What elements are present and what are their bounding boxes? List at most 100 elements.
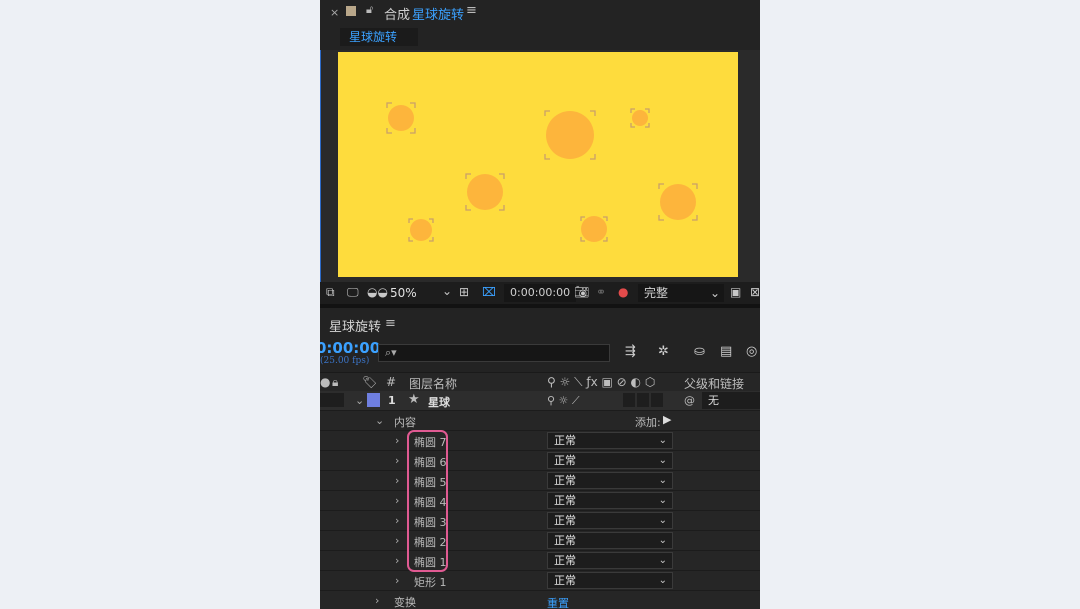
pickwhip-icon[interactable]: @ [684,394,695,407]
composition-viewer[interactable] [320,50,760,282]
ellipse-shape [388,105,414,131]
shape-name[interactable]: 矩形 1 [414,574,447,590]
close-icon[interactable]: × [330,6,339,19]
chevron-down-icon: ⌄ [658,495,667,506]
switches-icons: ⚲ ☼ ⟍ ƒx ▣ ⊘ ◐ ⬡ [547,375,656,389]
switch-box[interactable] [651,393,663,407]
shape-row[interactable]: › 椭圆 2 正常 ⌄ [320,531,760,551]
chevron-down-icon: ⌄ [658,435,667,446]
panel-color-icon [346,6,356,16]
ellipse-shape [467,174,503,210]
switch-box[interactable] [623,393,635,407]
shape-row[interactable]: › 椭圆 1 正常 ⌄ [320,551,760,571]
layer-name[interactable]: 星球 [428,394,450,410]
contents-row[interactable]: ⌄ 内容 添加: ▶ [320,411,760,431]
chevron-down-icon: ⌄ [658,455,667,466]
chevron-down-icon: ⌄ [658,515,667,526]
current-time-field[interactable]: 0:00:00:00 [504,284,576,302]
label-icon[interactable]: 🏷︎ [362,375,377,389]
frame-blending-icon[interactable]: ▤ [720,344,732,359]
chevron-right-icon[interactable]: › [395,474,399,487]
transform-row[interactable]: › 变换 重置 [320,591,760,609]
always-preview-icon[interactable]: ⧉ [326,285,335,300]
layer-color-swatch[interactable] [367,393,380,407]
blend-mode-select[interactable]: 正常 ⌄ [547,492,673,509]
blend-mode-select[interactable]: 正常 ⌄ [547,512,673,529]
motion-blur-icon[interactable]: ◎ [746,344,757,359]
chevron-down-icon[interactable]: ⌄ [442,284,452,298]
panel-menu-icon[interactable]: ≡ [385,316,396,331]
camera-icon[interactable]: 📷︎ [574,285,589,299]
composition-tab[interactable]: 星球旋转 [340,28,418,46]
color-channels-icon[interactable]: ● [618,285,628,299]
shape-row[interactable]: › 矩形 1 正常 ⌄ [320,571,760,591]
chevron-right-icon[interactable]: › [395,554,399,567]
draft-3d-icon[interactable]: ✲ [658,344,669,359]
chevron-right-icon[interactable]: › [395,574,399,587]
resolution-value: 完整 [644,286,669,300]
timeline-column-header: ● 🔒︎ 🏷︎ # 图层名称 ⚲ ☼ ⟍ ƒx ▣ ⊘ ◐ ⬡ 父级和链接 [320,372,760,393]
layer-index: 1 [388,394,396,407]
blend-mode-select[interactable]: 正常 ⌄ [547,472,673,489]
panel-menu-icon[interactable]: ≡ [466,3,477,18]
column-parent[interactable]: 父级和链接 [684,375,744,392]
blend-mode-select[interactable]: 正常 ⌄ [547,452,673,469]
parent-select[interactable]: 无 [702,392,760,409]
shape-row[interactable]: › 椭圆 7 正常 ⌄ [320,431,760,451]
transparency-grid-icon[interactable]: ⌧ [482,285,496,299]
column-layer-name[interactable]: 图层名称 [409,375,457,392]
ellipse-shape [410,219,432,241]
layer-switches[interactable]: ⚲ ☼ ⟋ [547,394,580,408]
toggle-grid-icon[interactable]: ⊠ [750,285,760,299]
switch-box[interactable] [637,393,649,407]
solo-icon[interactable]: ● [320,375,330,389]
chevron-right-icon[interactable]: › [395,454,399,467]
resolution-select[interactable]: 完整 ⌄ [638,284,724,302]
chevron-right-icon[interactable]: › [375,594,379,607]
lock-icon[interactable]: 🔓︎ [366,3,373,17]
composition-flowchart-icon[interactable]: ⇶ [625,344,636,359]
shape-row[interactable]: › 椭圆 4 正常 ⌄ [320,491,760,511]
blend-mode-select[interactable]: 正常 ⌄ [547,532,673,549]
show-snapshot-icon[interactable]: ⚭ [596,285,606,299]
audio-toggle[interactable] [320,393,332,407]
add-menu-icon[interactable]: ▶ [663,413,671,426]
shape-row[interactable]: › 椭圆 3 正常 ⌄ [320,511,760,531]
chevron-right-icon[interactable]: › [395,534,399,547]
stage-graphics [386,102,698,242]
mask-visibility-icon[interactable]: ◒◒ [367,285,388,299]
layer-row[interactable]: ⌄ 1 ★ 星球 ⚲ ☼ ⟋ @ 无 [320,391,760,411]
composition-stage[interactable] [338,52,738,277]
chevron-down-icon: ⌄ [658,535,667,546]
panel-label: 合成 [384,8,411,23]
lock-toggle[interactable] [332,393,344,407]
shy-layers-icon[interactable]: ⛀ [694,344,705,359]
shape-row[interactable]: › 椭圆 6 正常 ⌄ [320,451,760,471]
reset-link[interactable]: 重置 [547,595,569,609]
timeline-header: 星球旋转 ≡ [320,304,760,336]
timeline-current-time[interactable]: 0:00:00 [320,339,380,357]
after-effects-panel: × 🔓︎ 合成 星球旋转 ≡ 星球旋转 ⧉ 🖵︎ ◒◒ 50% ⌄ ⊞ ⌧ 0:… [320,0,760,609]
ellipse-shapes [388,105,696,242]
chevron-right-icon[interactable]: › [395,494,399,507]
blend-mode-value: 正常 [554,554,576,567]
blend-mode-select[interactable]: 正常 ⌄ [547,432,673,449]
region-of-interest-icon[interactable]: ⊞ [459,285,469,299]
chevron-right-icon[interactable]: › [395,434,399,447]
blend-mode-select[interactable]: 正常 ⌄ [547,572,673,589]
timeline-title[interactable]: 星球旋转 [329,316,381,335]
blend-mode-select[interactable]: 正常 ⌄ [547,552,673,569]
frame-rate: (25.00 fps) [320,356,370,366]
fast-previews-icon[interactable]: ▣ [730,285,741,299]
layer-rows: ⌄ 1 ★ 星球 ⚲ ☼ ⟋ @ 无 ⌄ 内容 添加: ▶ › 椭圆 7 正常 ⌄… [320,391,760,609]
layer-search-input[interactable]: ⌕▾ [378,344,610,362]
chevron-right-icon[interactable]: › [395,514,399,527]
add-label: 添加: [635,416,661,429]
shape-row[interactable]: › 椭圆 5 正常 ⌄ [320,471,760,491]
monitor-icon[interactable]: 🖵︎ [347,285,359,300]
chevron-down-icon[interactable]: ⌄ [375,414,384,427]
chevron-down-icon[interactable]: ⌄ [355,394,364,407]
blend-mode-value: 正常 [554,474,576,487]
lock-icon[interactable]: 🔒︎ [332,375,338,390]
blend-mode-value: 正常 [554,514,576,527]
